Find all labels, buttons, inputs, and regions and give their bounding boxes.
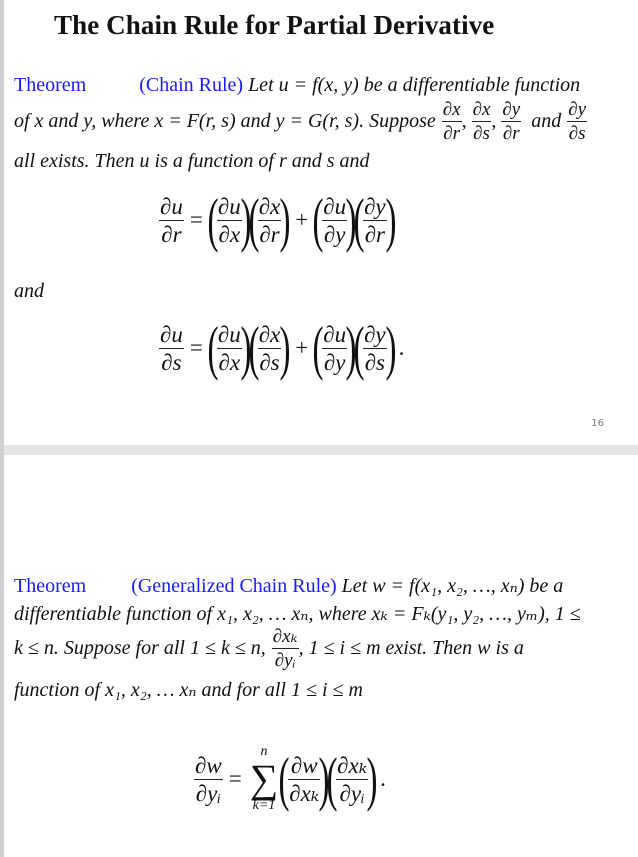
fraction: ∂w ∂yᵢ (194, 752, 223, 806)
theorem-line-2: differentiable function of x₁, x₂, … xₙ,… (14, 603, 581, 625)
theorem-line-1: Theorem (Chain Rule) Let u = f(x, y) be … (14, 74, 580, 97)
fraction: ∂y ∂s (363, 321, 387, 375)
fraction: ∂x ∂s (257, 321, 282, 375)
fraction: ∂w ∂xₖ (288, 752, 321, 806)
theorem-text: Let w = f(x₁, x₂, …, xₙ) be a (341, 575, 564, 597)
theorem-line-1: Theorem (Generalized Chain Rule) Let w =… (14, 573, 563, 598)
fraction: ∂y ∂r (363, 193, 387, 247)
fraction: ∂u ∂y (322, 321, 348, 375)
theorem-name: (Chain Rule) (139, 74, 244, 96)
fraction: ∂y ∂s (567, 99, 588, 144)
pdf-page-17: Theorem (Generalized Chain Rule) Let w =… (4, 455, 638, 857)
fraction: ∂x ∂s (471, 99, 492, 144)
fraction: ∂u ∂y (322, 193, 348, 247)
fraction: ∂u ∂x (216, 321, 242, 375)
page-number: 16 (591, 418, 604, 429)
fraction: ∂u ∂r (159, 193, 184, 247)
equation-du-ds: ∂u ∂s = (∂u ∂x) (∂x ∂s) + (∂u ∂y) (∂y ∂s) . (159, 315, 405, 381)
fraction: ∂y ∂r (501, 99, 522, 144)
fraction: ∂xₖ ∂yᵢ (336, 752, 369, 806)
page-title: The Chain Rule for Partial Derivative (54, 10, 495, 40)
equation-du-dr: ∂u ∂r = (∂u ∂x) (∂x ∂r) + (∂u ∂y) (∂y ∂r) (159, 187, 397, 253)
and-text: and (14, 280, 44, 302)
theorem-text: of x and y, where x = F(r, s) and y = G(… (14, 110, 436, 132)
theorem-text: Let u = f(x, y) be a differentiable func… (248, 74, 581, 96)
fraction: ∂u ∂s (159, 321, 184, 375)
fraction: ∂x ∂r (441, 99, 462, 144)
fraction: ∂u ∂x (216, 193, 242, 247)
theorem-line-3: k ≤ n. Suppose for all 1 ≤ k ≤ n, ∂xₖ ∂yᵢ… (14, 626, 524, 671)
theorem-name: (Generalized Chain Rule) (131, 575, 337, 597)
theorem-line-4: function of x₁, x₂, … xₙ and for all 1 ≤… (14, 679, 363, 701)
theorem-line-2: of x and y, where x = F(r, s) and y = G(… (14, 99, 588, 144)
theorem-line-3: all exists. Then u is a function of r an… (14, 150, 370, 172)
fraction: ∂xₖ ∂yᵢ (271, 626, 299, 671)
fraction: ∂x ∂r (257, 193, 282, 247)
summation: n ∑ k=1 (249, 744, 279, 813)
equation-generalized: ∂w ∂yᵢ = n ∑ k=1 (∂w ∂xₖ) (∂xₖ ∂yᵢ) . (194, 744, 386, 813)
theorem-label: Theorem (14, 74, 87, 96)
theorem-label: Theorem (14, 575, 87, 597)
pdf-page-16: The Chain Rule for Partial Derivative Th… (4, 0, 638, 445)
